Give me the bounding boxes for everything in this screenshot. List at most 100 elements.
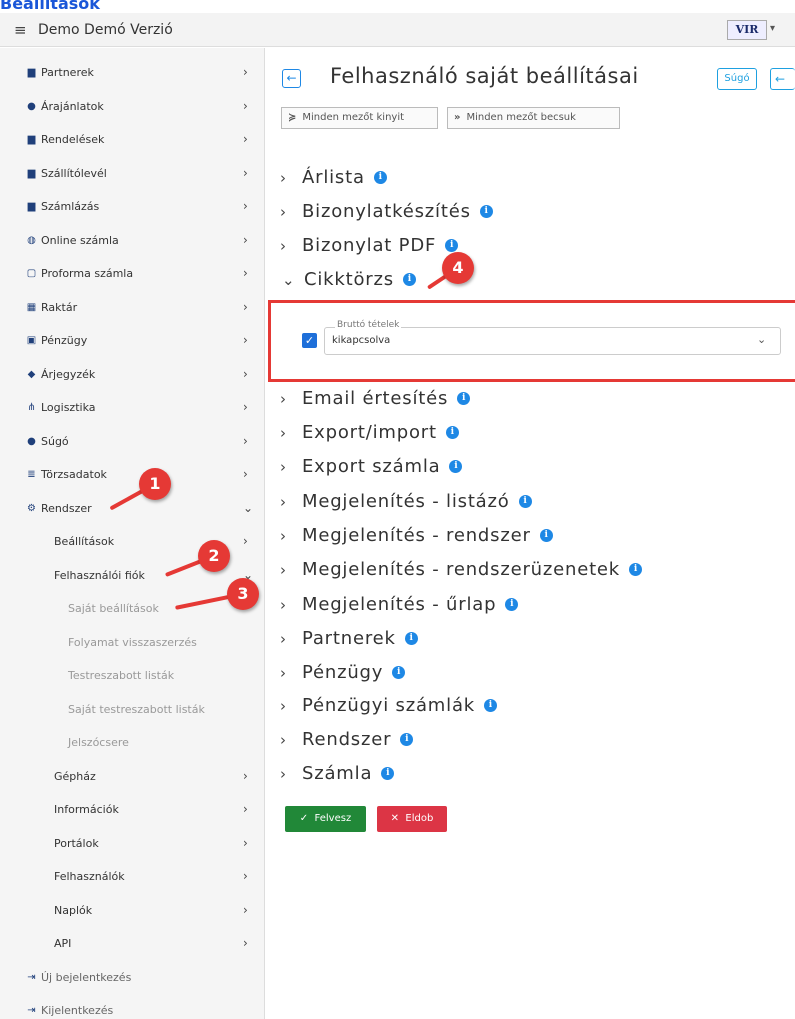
info-icon[interactable]: i	[518, 495, 532, 508]
section-export-import[interactable]: › Export/import i	[280, 422, 459, 448]
info-icon[interactable]: i	[484, 699, 497, 712]
back-button[interactable]: ←	[282, 69, 301, 88]
section-megjelen-t-s-list-z-[interactable]: › Megjelenítés - listázó i	[280, 491, 532, 517]
warehouse-icon: ▦	[26, 301, 37, 313]
info-icon[interactable]: i	[400, 733, 414, 746]
discard-button[interactable]: ✕ Eldob	[377, 806, 447, 832]
info-icon[interactable]: i	[373, 171, 387, 184]
section-p-nz-gyi-sz-ml-k[interactable]: › Pénzügyi számlák i	[280, 695, 497, 721]
sidebar-item-g-ph-z[interactable]: Gépház ›	[0, 763, 265, 793]
info-icon[interactable]: i	[402, 273, 416, 286]
sidebar-item--raj-nlatok[interactable]: ● Árajánlatok ›	[0, 93, 265, 123]
page-heading: Beállítások	[0, 0, 100, 13]
section-p-nz-gy[interactable]: › Pénzügy i	[280, 662, 406, 688]
collapse-all-button[interactable]: » Minden mezőt becsuk	[447, 107, 620, 129]
sidebar-item-logisztika[interactable]: ⋔ Logisztika ›	[0, 394, 265, 424]
brutto-tetelek-value: kikapcsolva	[332, 335, 391, 346]
globe-icon: ◍	[27, 234, 36, 246]
save-button[interactable]: ✓ Felvesz	[285, 806, 366, 832]
collapse-icon: »	[454, 112, 461, 123]
section-megjelen-t-s-rendszer[interactable]: › Megjelenítés - rendszer i	[280, 525, 553, 551]
sidebar-item-online-sz-mla[interactable]: ◍ Online számla ›	[0, 227, 265, 257]
info-icon[interactable]: i	[445, 426, 459, 439]
help-button[interactable]: Súgó	[717, 68, 757, 90]
sidebar-item-proforma-sz-mla[interactable]: ▢ Proforma számla ›	[0, 260, 265, 290]
section-title: Pénzügy	[302, 662, 384, 683]
sidebar-item-partnerek[interactable]: ▆ Partnerek ›	[0, 59, 265, 89]
vir-logo-menu[interactable]: VIR ▾	[727, 20, 781, 40]
proforma-icon: ▢	[26, 268, 37, 279]
sidebar-item-folyamat-visszaszerz-s[interactable]: Folyamat visszaszerzés	[0, 629, 265, 659]
info-icon[interactable]: i	[479, 205, 493, 218]
sidebar-item--j-bejelentkez-s[interactable]: ⇥ Új bejelentkezés	[0, 964, 265, 994]
sidebar-item-label: Felhasználók	[54, 870, 125, 883]
page-title: Felhasználó saját beállításai	[330, 64, 639, 88]
sidebar-item-label: Testreszabott listák	[68, 669, 175, 682]
section--rlista[interactable]: › Árlista i	[280, 167, 387, 193]
annotation-marker: 3	[227, 578, 259, 610]
sidebar-item-label: Logisztika	[41, 401, 96, 414]
chevron-right-icon: ›	[280, 236, 286, 255]
expand-all-button[interactable]: ≽ Minden mezőt kinyit	[281, 107, 438, 129]
sidebar-item-p-nz-gy[interactable]: ▣ Pénzügy ›	[0, 327, 265, 357]
sidebar-item-jelsz-csere[interactable]: Jelszócsere	[0, 729, 265, 759]
chevron-right-icon: ›	[243, 266, 248, 280]
brutto-tetelek-checkbox[interactable]: ✓	[302, 333, 317, 348]
info-icon[interactable]: i	[629, 563, 643, 576]
info-icon[interactable]: i	[445, 239, 459, 252]
sidebar-item-label: Rendelések	[41, 133, 105, 146]
sidebar-item-t-rzsadatok[interactable]: ≣ Törzsadatok ›	[0, 461, 265, 491]
info-icon[interactable]: i	[539, 529, 553, 542]
brutto-tetelek-label: Bruttó tételek	[335, 320, 402, 330]
sidebar-item-s-g-[interactable]: ● Súgó ›	[0, 428, 265, 458]
chevron-down-icon: ⌄	[757, 333, 767, 346]
section-megjelen-t-s-rendszer-zenetek[interactable]: › Megjelenítés - rendszerüzenetek i	[280, 559, 643, 585]
section-title: Árlista	[302, 167, 365, 188]
chevron-right-icon: ›	[243, 936, 248, 950]
sidebar-item-rakt-r[interactable]: ▦ Raktár ›	[0, 294, 265, 324]
sidebar-item--rjegyz-k[interactable]: ◆ Árjegyzék ›	[0, 361, 265, 391]
sidebar-item-kijelentkez-s[interactable]: ⇥ Kijelentkezés	[0, 997, 265, 1019]
sidebar-item-rendel-sek[interactable]: ▆ Rendelések ›	[0, 126, 265, 156]
chevron-right-icon: ›	[243, 534, 248, 548]
sidebar-item-label: Raktár	[41, 300, 78, 314]
info-icon[interactable]: i	[381, 767, 395, 780]
info-icon[interactable]: i	[457, 392, 471, 405]
chevron-right-icon: ›	[243, 98, 248, 113]
sidebar-item-sz-ml-z-s[interactable]: ▆ Számlázás ›	[0, 193, 265, 223]
chevron-right-icon: ›	[280, 696, 286, 715]
section-partnerek[interactable]: › Partnerek i	[280, 628, 418, 654]
sidebar-item-felhaszn-l-k[interactable]: Felhasználók ›	[0, 863, 265, 893]
hamburger-menu-icon[interactable]: ≡	[14, 21, 27, 39]
info-icon[interactable]: i	[392, 666, 406, 679]
section-megjelen-t-s-rlap[interactable]: › Megjelenítés - űrlap i	[280, 594, 519, 620]
chevron-right-icon: ›	[280, 423, 286, 442]
info-icon[interactable]: i	[449, 460, 463, 473]
sidebar-item-testreszabott-list-k[interactable]: Testreszabott listák	[0, 662, 265, 692]
sidebar-item-sz-ll-t-lev-l[interactable]: ▆ Szállítólevél ›	[0, 160, 265, 190]
sidebar-item-saj-t-testreszabott-list-k[interactable]: Saját testreszabott listák	[0, 696, 265, 726]
sidebar-item-napl-k[interactable]: Naplók ›	[0, 897, 265, 927]
section-export-sz-mla[interactable]: › Export számla i	[280, 456, 463, 482]
chevron-right-icon: ›	[280, 663, 286, 682]
section-sz-mla[interactable]: › Számla i	[280, 763, 395, 789]
sidebar-item-label: Partnerek	[41, 66, 94, 79]
sidebar-item-api[interactable]: API ›	[0, 930, 265, 960]
sidebar-item-inform-ci-k[interactable]: Információk ›	[0, 796, 265, 826]
section-cikkt-rzs[interactable]: ⌄ Cikktörzs i	[280, 269, 416, 295]
section-rendszer[interactable]: › Rendszer i	[280, 729, 414, 755]
section-title: Bizonylatkészítés	[302, 201, 471, 222]
chevron-right-icon: ›	[243, 902, 248, 917]
sidebar-item-rendszer[interactable]: ⚙ Rendszer ⌄	[0, 495, 265, 525]
back-button-secondary[interactable]: ←	[770, 68, 795, 90]
section-bizonylatk-sz-t-s[interactable]: › Bizonylatkészítés i	[280, 201, 493, 227]
sidebar-item-port-lok[interactable]: Portálok ›	[0, 830, 265, 860]
chevron-right-icon: ›	[243, 132, 248, 146]
brutto-tetelek-select[interactable]: Bruttó tételek kikapcsolva ⌄	[324, 320, 781, 355]
info-icon[interactable]: i	[404, 632, 418, 645]
section-title: Megjelenítés - listázó	[302, 491, 510, 512]
info-icon[interactable]: i	[505, 598, 519, 611]
section-email-rtes-t-s[interactable]: › Email értesítés i	[280, 388, 471, 414]
section-bizonylat-pdf[interactable]: › Bizonylat PDF i	[280, 235, 459, 261]
annotation-marker: 4	[442, 252, 474, 284]
